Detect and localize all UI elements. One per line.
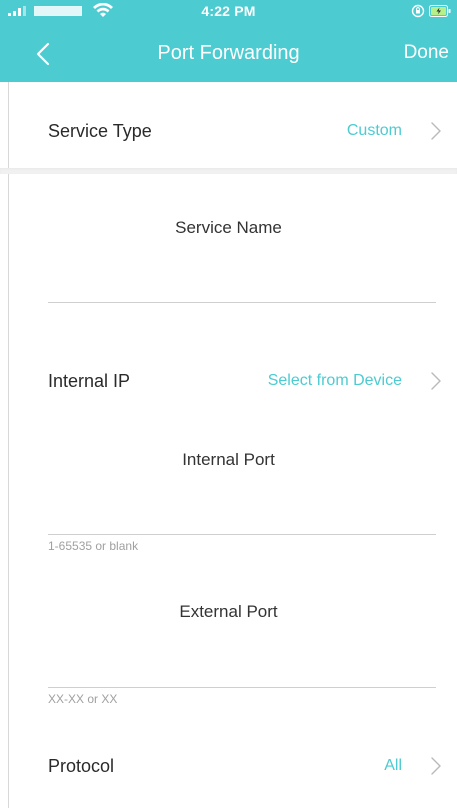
external-port-input[interactable] [48,655,436,688]
service-name-input[interactable] [48,270,436,303]
service-type-label: Service Type [48,121,152,141]
status-time: 4:22 PM [201,3,256,19]
service-type-value: Custom [346,122,402,139]
internal-ip-row[interactable]: Internal IP Select from Device [0,357,457,407]
internal-port-title: Internal Port [182,450,275,469]
protocol-row[interactable]: Protocol All [0,741,457,791]
rotation-lock-icon [411,4,425,18]
service-type-row[interactable]: Service Type Custom [0,108,457,158]
status-right [411,3,451,19]
chevron-right-icon [431,757,441,775]
service-name-title: Service Name [175,218,282,237]
internal-ip-label: Internal IP [48,371,131,391]
chevron-right-icon [431,372,441,390]
app-header: 4:22 PM Port Forwarding Done [0,0,457,82]
external-port-title: External Port [179,602,278,621]
chevron-right-icon [431,122,441,140]
internal-ip-value: Select from Device [267,372,402,389]
protocol-label: Protocol [48,756,115,776]
nav-bar: Port Forwarding Done [0,28,457,80]
done-button[interactable]: Done [404,42,449,64]
battery-charging-icon [429,5,451,17]
page-title: Port Forwarding [157,42,300,64]
left-edge-rule [8,82,9,808]
protocol-value: All [384,757,402,774]
section-divider [0,168,457,174]
status-bar: 4:22 PM [0,0,457,22]
internal-port-hint: 1-65535 or blank [48,539,139,553]
external-port-hint: XX-XX or XX [48,692,118,706]
internal-port-input[interactable] [48,502,436,535]
